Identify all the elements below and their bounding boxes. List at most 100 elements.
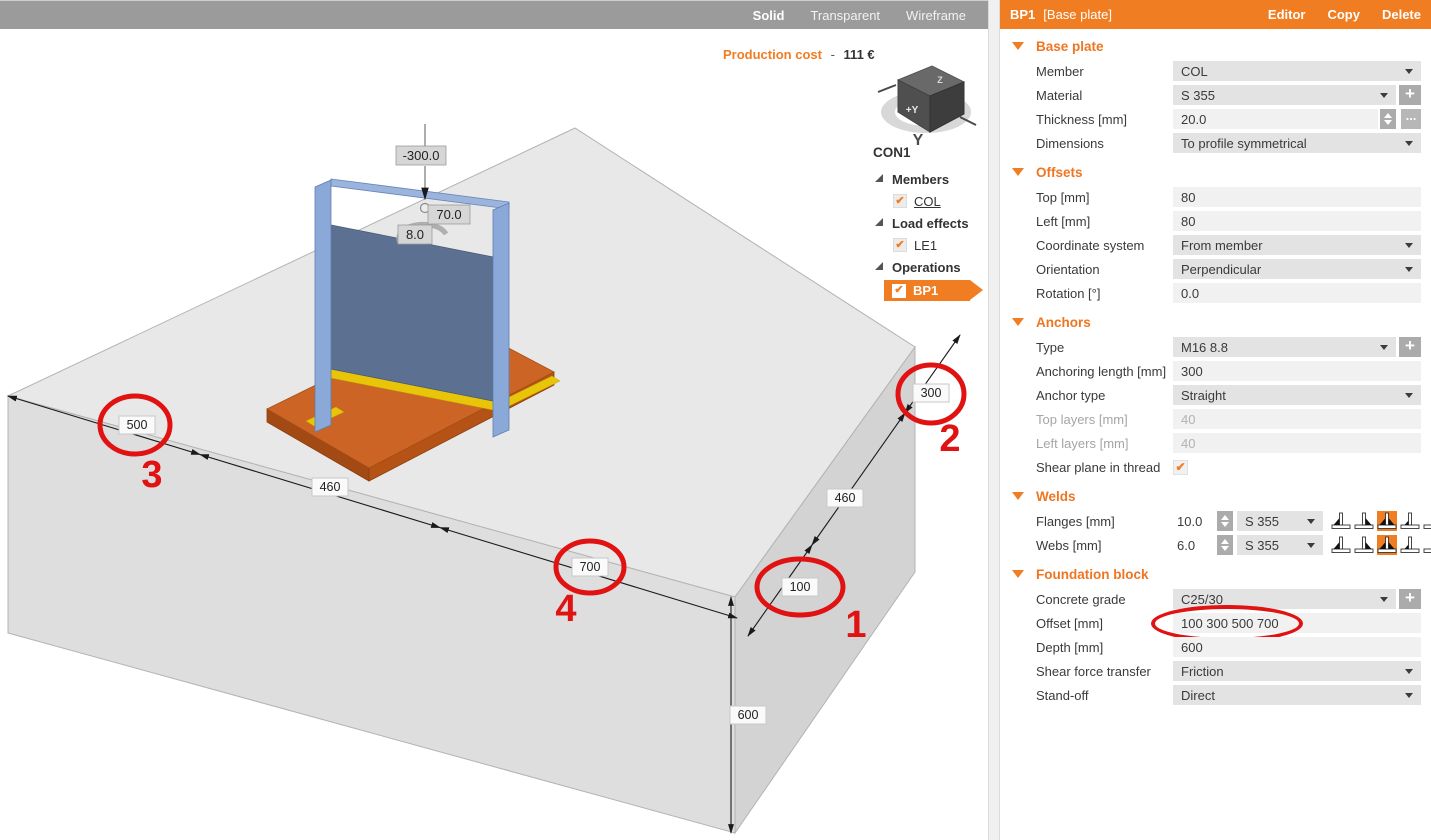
- tree-group-label: Members: [892, 172, 949, 187]
- tree-group-operations[interactable]: Operations: [868, 256, 994, 278]
- panel-scrollbar[interactable]: [988, 0, 1000, 840]
- thickness-label: Thickness [mm]: [1036, 112, 1173, 127]
- tree-item-label[interactable]: COL: [914, 194, 941, 209]
- webs-weld-material: S 355: [1245, 538, 1301, 553]
- thickness-more-button[interactable]: ...: [1401, 109, 1421, 129]
- thickness-value: 20.0: [1181, 112, 1206, 127]
- anchor-type-dropdown[interactable]: Straight: [1173, 385, 1421, 405]
- offset-top-input[interactable]: 80: [1173, 187, 1421, 207]
- editor-button[interactable]: Editor: [1268, 7, 1306, 22]
- left-layers-label: Left layers [mm]: [1036, 436, 1173, 451]
- weld-type-partial-butt-icon[interactable]: [1400, 535, 1420, 555]
- tree-item-le1[interactable]: ✔ LE1: [868, 234, 994, 256]
- flanges-weld-stepper[interactable]: [1217, 511, 1233, 531]
- add-concrete-button[interactable]: +: [1399, 589, 1421, 609]
- chevron-down-icon: [1405, 669, 1413, 674]
- tree-group-members[interactable]: Members: [868, 168, 994, 190]
- dimensions-value: To profile symmetrical: [1181, 136, 1399, 151]
- shear-transfer-dropdown[interactable]: Friction: [1173, 661, 1421, 681]
- bp1-checkbox[interactable]: ✔: [892, 284, 906, 298]
- shear-plane-checkbox[interactable]: ✔: [1173, 460, 1188, 475]
- section-collapse-icon[interactable]: [1012, 570, 1024, 578]
- shear-plane-label: Shear plane in thread: [1036, 460, 1173, 475]
- material-value: S 355: [1181, 88, 1374, 103]
- add-anchor-button[interactable]: +: [1399, 337, 1421, 357]
- tree-item-bp1-selected[interactable]: ✔ BP1: [884, 280, 970, 301]
- weld-type-butt-icon[interactable]: [1423, 535, 1431, 555]
- weld-type-butt-icon[interactable]: [1423, 511, 1431, 531]
- webs-weld-material-dropdown[interactable]: S 355: [1237, 535, 1323, 555]
- section-welds[interactable]: Welds: [1000, 487, 1431, 505]
- expander-icon[interactable]: [875, 262, 883, 270]
- section-base-plate[interactable]: Base plate: [1000, 37, 1431, 55]
- coordinate-system-dropdown[interactable]: From member: [1173, 235, 1421, 255]
- standoff-dropdown[interactable]: Direct: [1173, 685, 1421, 705]
- navigation-cube[interactable]: +Y Z Y: [872, 55, 980, 147]
- section-collapse-icon[interactable]: [1012, 318, 1024, 326]
- anchoring-length-input[interactable]: 300: [1173, 361, 1421, 381]
- rotation-value: 0.0: [1181, 286, 1199, 301]
- dimensions-label: Dimensions: [1036, 136, 1173, 151]
- delete-button[interactable]: Delete: [1382, 7, 1421, 22]
- flanges-weld-size-input[interactable]: 10.0: [1173, 511, 1215, 531]
- col-checkbox[interactable]: ✔: [893, 194, 907, 208]
- section-anchors[interactable]: Anchors: [1000, 313, 1431, 331]
- add-material-button[interactable]: +: [1399, 85, 1421, 105]
- dimensions-dropdown[interactable]: To profile symmetrical: [1173, 133, 1421, 153]
- flanges-weld-material-dropdown[interactable]: S 355: [1237, 511, 1323, 531]
- foundation-offset-input[interactable]: 100 300 500 700: [1173, 613, 1421, 633]
- weld-type-fillet-left-icon[interactable]: [1331, 535, 1351, 555]
- shear-transfer-label: Shear force transfer: [1036, 664, 1173, 679]
- expander-icon[interactable]: [875, 174, 883, 182]
- 3d-viewport[interactable]: -300.0 70.0 8.0 500 460 700 300 460 100 …: [0, 29, 988, 840]
- copy-button[interactable]: Copy: [1327, 7, 1360, 22]
- dim-100: 100: [790, 580, 811, 594]
- view-mode-wireframe[interactable]: Wireframe: [906, 8, 966, 23]
- thickness-input[interactable]: 20.0: [1173, 109, 1378, 129]
- foundation-offset-value: 100 300 500 700: [1181, 616, 1279, 631]
- depth-input[interactable]: 600: [1173, 637, 1421, 657]
- section-foundation-block[interactable]: Foundation block: [1000, 565, 1431, 583]
- orientation-dropdown[interactable]: Perpendicular: [1173, 259, 1421, 279]
- section-collapse-icon[interactable]: [1012, 492, 1024, 500]
- view-mode-solid[interactable]: Solid: [753, 8, 785, 23]
- webs-weld-size-input[interactable]: 6.0: [1173, 535, 1215, 555]
- concrete-grade-label: Concrete grade: [1036, 592, 1173, 607]
- tree-item-label[interactable]: BP1: [913, 283, 938, 298]
- chevron-down-icon: [1405, 393, 1413, 398]
- chevron-down-icon: [1405, 69, 1413, 74]
- material-dropdown[interactable]: S 355: [1173, 85, 1396, 105]
- depth-value: 600: [1181, 640, 1203, 655]
- production-cost-value: 111 €: [844, 47, 875, 62]
- chevron-down-icon: [1307, 543, 1315, 548]
- rotation-input[interactable]: 0.0: [1173, 283, 1421, 303]
- member-dropdown[interactable]: COL: [1173, 61, 1421, 81]
- concrete-grade-dropdown[interactable]: C25/30: [1173, 589, 1396, 609]
- coordinate-system-label: Coordinate system: [1036, 238, 1173, 253]
- tree-item-col[interactable]: ✔ COL: [868, 190, 994, 212]
- weld-type-fillet-both-icon-selected[interactable]: [1377, 511, 1397, 531]
- section-collapse-icon[interactable]: [1012, 168, 1024, 176]
- offset-left-input[interactable]: 80: [1173, 211, 1421, 231]
- anchoring-length-value: 300: [1181, 364, 1203, 379]
- dim-500: 500: [127, 418, 148, 432]
- thickness-stepper[interactable]: [1380, 109, 1396, 129]
- weld-type-partial-butt-icon[interactable]: [1400, 511, 1420, 531]
- section-offsets[interactable]: Offsets: [1000, 163, 1431, 181]
- weld-type-fillet-right-icon[interactable]: [1354, 511, 1374, 531]
- tree-item-label[interactable]: LE1: [914, 238, 937, 253]
- webs-weld-stepper[interactable]: [1217, 535, 1233, 555]
- anchor-grade-dropdown[interactable]: M16 8.8: [1173, 337, 1396, 357]
- tree-group-load-effects[interactable]: Load effects: [868, 212, 994, 234]
- operation-id: BP1: [1010, 7, 1035, 22]
- annotation-number-4: 4: [555, 588, 576, 630]
- section-title: Foundation block: [1036, 567, 1149, 582]
- expander-icon[interactable]: [875, 218, 883, 226]
- section-collapse-icon[interactable]: [1012, 42, 1024, 50]
- weld-type-fillet-right-icon[interactable]: [1354, 535, 1374, 555]
- weld-type-fillet-both-icon-selected[interactable]: [1377, 535, 1397, 555]
- chevron-down-icon: [1380, 93, 1388, 98]
- weld-type-fillet-left-icon[interactable]: [1331, 511, 1351, 531]
- le1-checkbox[interactable]: ✔: [893, 238, 907, 252]
- view-mode-transparent[interactable]: Transparent: [810, 8, 880, 23]
